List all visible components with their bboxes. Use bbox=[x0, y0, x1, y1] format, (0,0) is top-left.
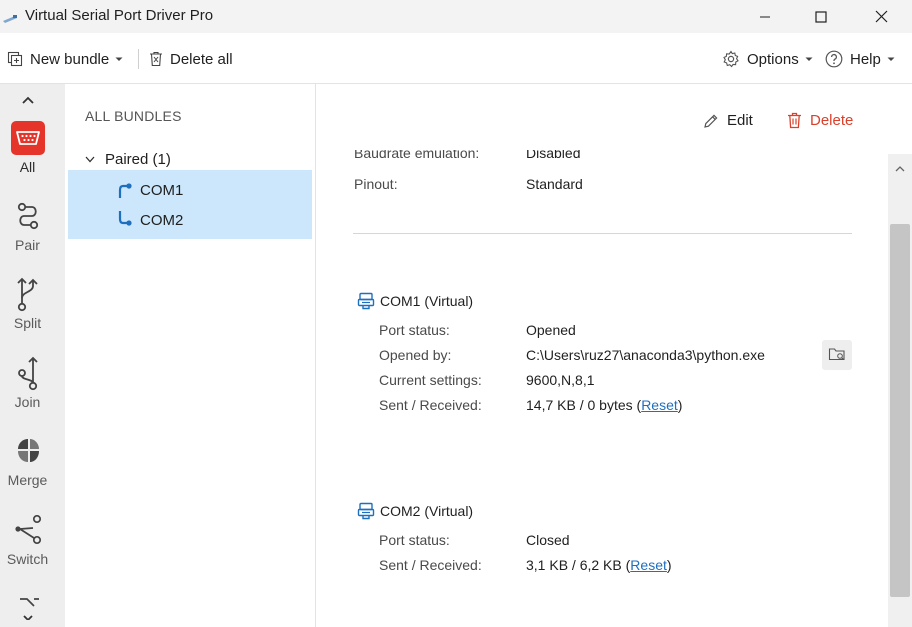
chevron-down-icon bbox=[85, 156, 95, 163]
com2-sent-received-label: Sent / Received: bbox=[379, 557, 482, 573]
bundle-type-rail: All Pair Split Join Merge Switch bbox=[0, 84, 65, 627]
tree-selection-highlight[interactable] bbox=[68, 170, 312, 239]
chevron-down-icon bbox=[805, 57, 813, 62]
edit-button[interactable]: Edit bbox=[703, 112, 753, 129]
com1-settings-value: 9600,N,8,1 bbox=[526, 372, 595, 388]
rail-item-label: Join bbox=[14, 394, 41, 410]
more-bundles-icon bbox=[0, 594, 55, 623]
rail-item-label: Switch bbox=[6, 551, 49, 567]
help-menu-button[interactable]: Help bbox=[825, 49, 895, 69]
rail-item-label: Pair bbox=[15, 237, 40, 253]
rail-item-split[interactable]: Split bbox=[0, 276, 55, 331]
com1-opened-by-value: C:\Users\ruz27\anaconda3\python.exe bbox=[526, 347, 765, 363]
edit-label: Edit bbox=[727, 112, 753, 129]
close-button[interactable] bbox=[852, 0, 910, 33]
pair-connector-bottom-icon bbox=[117, 211, 135, 229]
com1-settings-label: Current settings: bbox=[379, 372, 482, 388]
pair-icon bbox=[0, 198, 55, 234]
virtual-port-icon bbox=[357, 292, 375, 310]
pinout-value: Standard bbox=[526, 176, 583, 192]
serial-port-icon bbox=[0, 120, 55, 156]
details-scroll-area[interactable]: Baudrate emulation: Disabled Pinout: Sta… bbox=[317, 150, 889, 627]
com2-sent-received-value: 3,1 KB / 6,2 KB bbox=[526, 557, 622, 573]
tree-group-label: Paired (1) bbox=[105, 151, 171, 168]
details-scrollbar[interactable] bbox=[888, 154, 912, 627]
switch-icon bbox=[0, 512, 55, 548]
trash-icon bbox=[149, 51, 163, 67]
folder-icon bbox=[828, 346, 846, 365]
chevron-up-icon[interactable] bbox=[20, 92, 36, 104]
toolbar-divider bbox=[138, 49, 139, 69]
tree-item-label: COM1 bbox=[140, 181, 184, 199]
details-pane: Edit Delete Baudrate emulation: Disabled… bbox=[317, 84, 912, 627]
tree-item-com1[interactable]: COM1 bbox=[117, 181, 183, 199]
com1-sent-received: 14,7 KB / 0 bytes (Reset) bbox=[526, 397, 683, 413]
help-icon bbox=[825, 50, 843, 68]
com1-sent-received-label: Sent / Received: bbox=[379, 397, 482, 413]
open-folder-button[interactable] bbox=[822, 340, 852, 370]
delete-label: Delete bbox=[810, 112, 854, 129]
toolbar: New bundle Delete all Options Help bbox=[0, 33, 912, 84]
merge-icon bbox=[0, 433, 55, 469]
gear-icon bbox=[722, 50, 740, 68]
rail-item-all[interactable]: All bbox=[0, 120, 55, 175]
new-bundle-label: New bundle bbox=[30, 50, 110, 68]
com2-section-title: COM2 (Virtual) bbox=[357, 502, 473, 520]
com2-title: COM2 (Virtual) bbox=[380, 503, 474, 519]
rail-item-merge[interactable]: Merge bbox=[0, 433, 55, 488]
window-title: Virtual Serial Port Driver Pro bbox=[25, 7, 214, 24]
maximize-button[interactable] bbox=[792, 0, 850, 33]
split-icon bbox=[0, 276, 55, 312]
rail-item-join[interactable]: Join bbox=[0, 355, 55, 410]
scroll-up-arrow-icon[interactable] bbox=[894, 161, 906, 172]
baudrate-emulation-label: Baudrate emulation: bbox=[354, 150, 480, 161]
delete-button[interactable]: Delete bbox=[787, 112, 853, 129]
section-divider bbox=[353, 233, 852, 234]
com2-reset-link[interactable]: Reset bbox=[630, 557, 667, 573]
rail-item-switch[interactable]: Switch bbox=[0, 512, 55, 567]
trash-icon bbox=[787, 112, 802, 129]
rail-item-label: All bbox=[19, 159, 36, 175]
new-bundle-button[interactable]: New bundle bbox=[7, 49, 123, 69]
bundle-tree-pane: ALL BUNDLES Paired (1) COM1 COM2 bbox=[65, 84, 316, 627]
tree-group-paired[interactable]: Paired (1) bbox=[85, 151, 171, 168]
tree-item-label: COM2 bbox=[140, 211, 184, 229]
com1-port-status-value: Opened bbox=[526, 322, 576, 338]
com2-port-status-value: Closed bbox=[526, 532, 570, 548]
new-bundle-icon bbox=[7, 51, 23, 67]
delete-all-button[interactable]: Delete all bbox=[149, 49, 233, 69]
com1-reset-link[interactable]: Reset bbox=[641, 397, 678, 413]
join-icon bbox=[0, 355, 55, 391]
com1-opened-by-label: Opened by: bbox=[379, 347, 452, 363]
com2-port-status-label: Port status: bbox=[379, 532, 450, 548]
virtual-port-icon bbox=[357, 502, 375, 520]
baudrate-emulation-value: Disabled bbox=[526, 150, 581, 161]
tree-header: ALL BUNDLES bbox=[85, 108, 182, 124]
options-menu-button[interactable]: Options bbox=[722, 49, 813, 69]
rail-item-more[interactable] bbox=[0, 594, 55, 623]
com2-sent-received: 3,1 KB / 6,2 KB (Reset) bbox=[526, 557, 672, 573]
delete-all-label: Delete all bbox=[170, 50, 233, 68]
minimize-button[interactable] bbox=[736, 0, 794, 33]
rail-item-pair[interactable]: Pair bbox=[0, 198, 55, 253]
rail-item-label: Split bbox=[13, 315, 42, 331]
scrollbar-thumb[interactable] bbox=[890, 224, 910, 597]
rail-item-label: Merge bbox=[7, 472, 48, 488]
options-label: Options bbox=[747, 50, 799, 68]
app-icon bbox=[2, 11, 18, 23]
com1-sent-received-value: 14,7 KB / 0 bytes bbox=[526, 397, 633, 413]
chevron-down-icon bbox=[115, 57, 123, 62]
tree-item-com2[interactable]: COM2 bbox=[117, 211, 183, 229]
com1-port-status-label: Port status: bbox=[379, 322, 450, 338]
pencil-icon bbox=[703, 113, 719, 129]
chevron-down-icon bbox=[887, 57, 895, 62]
com1-title: COM1 (Virtual) bbox=[380, 293, 474, 309]
title-bar: Virtual Serial Port Driver Pro bbox=[0, 0, 912, 33]
help-label: Help bbox=[850, 50, 881, 68]
pinout-label: Pinout: bbox=[354, 176, 398, 192]
com1-section-title: COM1 (Virtual) bbox=[357, 292, 473, 310]
pair-connector-top-icon bbox=[117, 181, 135, 199]
